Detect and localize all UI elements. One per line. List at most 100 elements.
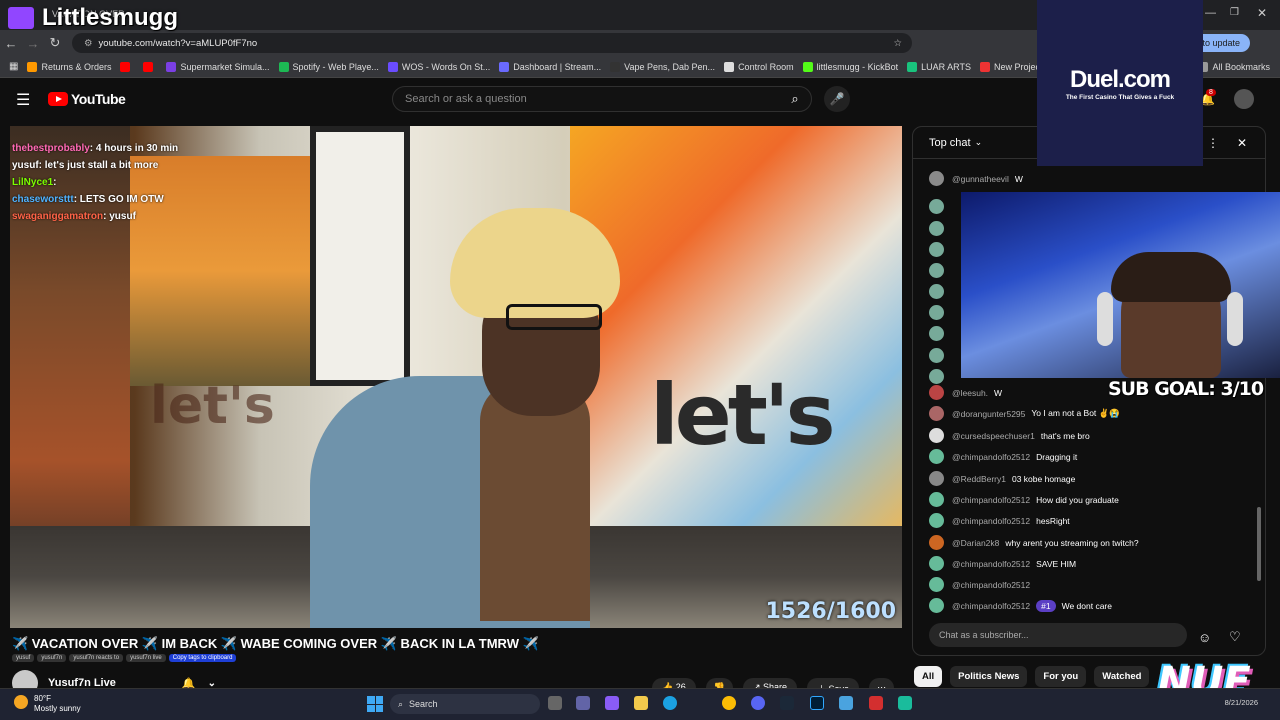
chat-avatar[interactable] (929, 471, 944, 486)
heart-icon[interactable]: ♡ (1229, 629, 1241, 645)
related-filter-chips: All Politics News For you Watched (914, 666, 1150, 687)
forward-icon[interactable]: → (22, 36, 44, 51)
video-tag[interactable]: yusuf (12, 654, 35, 662)
bookmark-item[interactable]: LUAR ARTS (907, 61, 971, 72)
chat-avatar[interactable] (929, 348, 944, 363)
maximize-icon[interactable]: ❐ (1230, 7, 1239, 18)
bookmark-star-icon[interactable]: ☆ (893, 38, 902, 49)
chat-author[interactable]: @ReddBerry1 (952, 474, 1006, 484)
back-icon[interactable]: ← (0, 36, 22, 51)
chat-avatar[interactable] (929, 556, 944, 571)
chat-author[interactable]: @chimpandolfo2512 (952, 452, 1030, 462)
chat-author[interactable]: @chimpandolfo2512 (952, 559, 1030, 569)
reload-icon[interactable]: ↻ (44, 35, 66, 51)
video-player[interactable]: let's let's thebestprobably: 4 hours in … (10, 126, 902, 628)
bookmark-item[interactable] (143, 61, 157, 72)
search-input[interactable]: Search or ask a question (392, 86, 812, 112)
chat-author[interactable]: @gunnatheevil (952, 174, 1009, 184)
weather-widget[interactable]: 80°F Mostly sunny (34, 694, 81, 714)
chat-text: How did you graduate (1036, 494, 1119, 505)
windows-start-icon[interactable] (367, 696, 383, 712)
chat-avatar[interactable] (929, 513, 944, 528)
chat-author[interactable]: @chimpandolfo2512 (952, 495, 1030, 505)
steam-icon[interactable] (780, 696, 794, 710)
chat-avatar[interactable] (929, 535, 944, 550)
search-icon[interactable]: ⌕ (780, 86, 810, 112)
chat-avatar[interactable] (929, 598, 944, 613)
chat-avatar[interactable] (929, 577, 944, 592)
video-tag[interactable]: yusuf7n reacts to (69, 654, 124, 662)
chat-avatar[interactable] (929, 369, 944, 384)
bookmark-item[interactable]: Spotify - Web Playe... (278, 61, 379, 72)
streamer-hair (1111, 252, 1231, 302)
photoshop-icon[interactable] (810, 696, 824, 710)
chat-avatar[interactable] (929, 406, 944, 421)
chat-avatar[interactable] (929, 492, 944, 507)
account-avatar[interactable] (1234, 89, 1254, 109)
hamburger-menu-icon[interactable]: ☰ (16, 90, 30, 110)
close-window-icon[interactable]: ✕ (1257, 6, 1267, 20)
chat-avatar[interactable] (929, 385, 944, 400)
chevron-down-icon[interactable]: ⌄ (208, 678, 216, 689)
chat-avatar[interactable] (929, 171, 944, 186)
teams-icon[interactable] (576, 696, 590, 710)
task-view-icon[interactable] (548, 696, 562, 710)
chat-mode-selector[interactable]: Top chat (929, 137, 971, 149)
chat-author[interactable]: @Darian2k8 (952, 538, 999, 548)
edge-icon[interactable] (663, 696, 677, 710)
taskbar-search[interactable]: ⌕ Search (390, 694, 540, 714)
chat-input[interactable]: Chat as a subscriber... (929, 623, 1187, 647)
file-explorer-icon[interactable] (634, 696, 648, 710)
video-tag[interactable]: yusuf7n live (126, 654, 166, 662)
discord-icon[interactable] (751, 696, 765, 710)
url-field[interactable]: ⚙ youtube.com/watch?v=aMLUP0fF7no ☆ (72, 33, 912, 53)
emoji-icon[interactable]: ☺ (1198, 630, 1211, 645)
chrome-icon[interactable] (722, 696, 736, 710)
mirror-lets-text: let's (150, 376, 275, 436)
app-icon[interactable] (898, 696, 912, 710)
close-chat-icon[interactable]: ✕ (1237, 136, 1247, 150)
chat-author[interactable]: @chimpandolfo2512 (952, 601, 1030, 611)
chat-author[interactable]: @cursedspeechuser1 (952, 431, 1035, 441)
overlay-chat-user: swaganiggamatron (12, 211, 104, 222)
site-info-icon[interactable]: ⚙ (84, 38, 93, 49)
chat-avatar[interactable] (929, 242, 944, 257)
filter-chip[interactable]: Politics News (950, 666, 1028, 687)
youtube-logo[interactable]: YouTube (48, 91, 126, 107)
bookmark-item[interactable]: Dashboard | Stream... (499, 61, 601, 72)
copilot-icon[interactable] (605, 696, 619, 710)
bookmark-item[interactable]: Returns & Orders (27, 61, 111, 72)
microphone-icon[interactable]: 🎤 (824, 86, 850, 112)
copy-tags-button[interactable]: Copy tags to clipboard (168, 654, 237, 662)
bookmark-item[interactable]: Vape Pens, Dab Pen... (610, 61, 715, 72)
chat-author[interactable]: @chimpandolfo2512 (952, 516, 1030, 526)
chat-avatar[interactable] (929, 263, 944, 278)
bookmark-item[interactable] (120, 61, 134, 72)
chat-avatar[interactable] (929, 449, 944, 464)
chat-avatar[interactable] (929, 199, 944, 214)
streamer-name: Littlesmugg (42, 4, 178, 31)
video-tag[interactable]: yusuf7n (37, 654, 67, 662)
chat-author[interactable]: @chimpandolfo2512 (952, 580, 1030, 590)
chat-avatar[interactable] (929, 284, 944, 299)
filter-chip[interactable]: All (914, 666, 943, 687)
chat-avatar[interactable] (929, 305, 944, 320)
chat-author[interactable]: @dorangunter5295 (952, 409, 1025, 419)
chevron-down-icon[interactable]: ⌄ (975, 137, 983, 148)
bookmark-item[interactable]: Control Room (724, 61, 794, 72)
chat-avatar[interactable] (929, 428, 944, 443)
bookmark-item[interactable]: WOS - Words On St... (387, 61, 490, 72)
chat-avatar[interactable] (929, 221, 944, 236)
chat-author[interactable]: @leesuh. (952, 388, 988, 398)
all-bookmarks-link[interactable]: All Bookmarks (1198, 61, 1270, 72)
bookmark-item[interactable]: littlesmugg - KickBot (802, 61, 898, 72)
app-icon[interactable] (869, 696, 883, 710)
filter-chip[interactable]: For you (1035, 666, 1087, 687)
chat-more-icon[interactable]: ⋮ (1207, 136, 1219, 150)
chat-scrollbar[interactable] (1257, 507, 1261, 581)
notepad-icon[interactable] (839, 696, 853, 710)
bookmark-item[interactable]: Supermarket Simula... (166, 61, 270, 72)
minimize-icon[interactable]: — (1205, 7, 1216, 19)
apps-grid-icon[interactable]: ▦ (9, 61, 18, 72)
chat-avatar[interactable] (929, 326, 944, 341)
